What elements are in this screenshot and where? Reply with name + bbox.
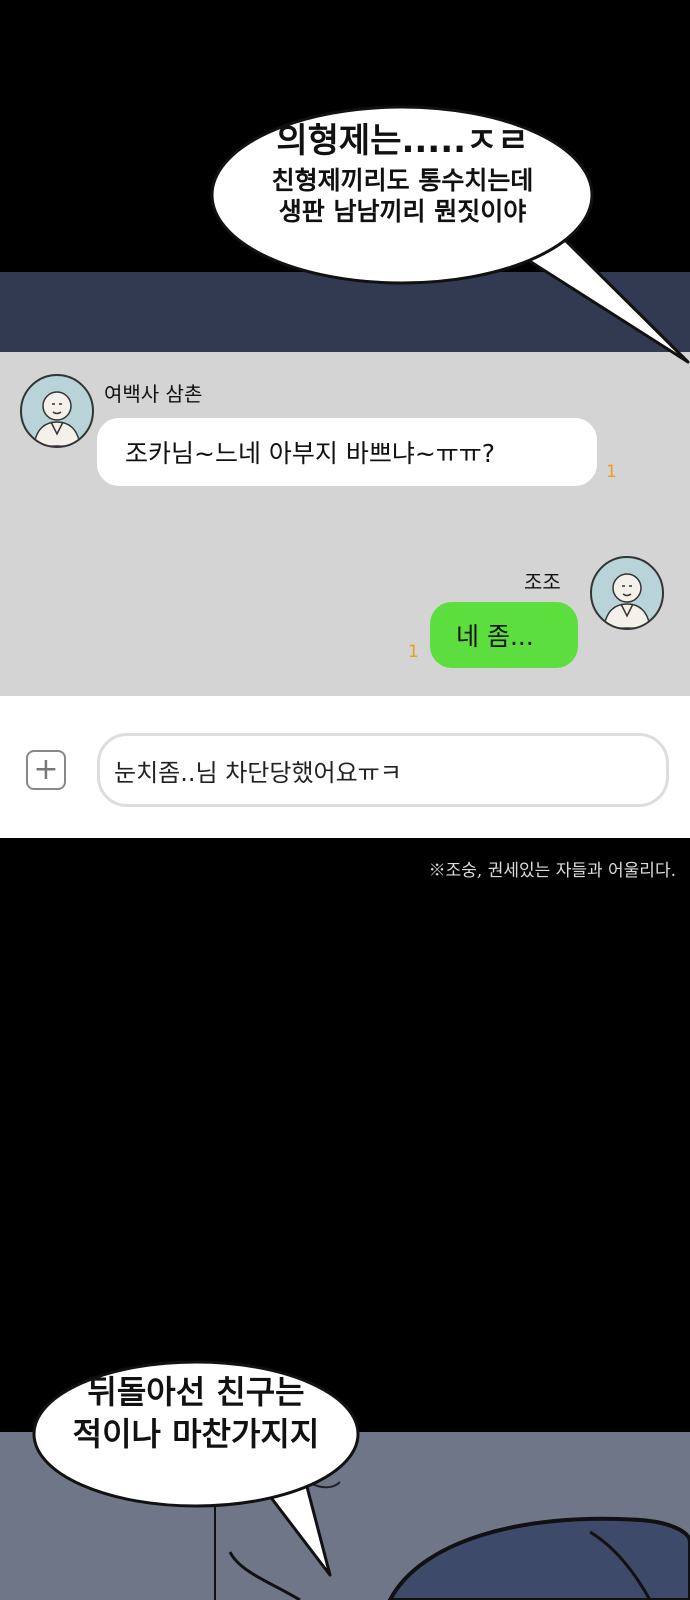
speech-line: 생판 남남끼리 뭔짓이야 bbox=[278, 196, 527, 226]
speech-line: 친형제끼리도 통수치는데 bbox=[271, 165, 534, 195]
message-input-value: 눈치좀..님 차단당했어요ㅠㅋ bbox=[114, 758, 402, 787]
message-bubble-outgoing[interactable]: 네 좀... bbox=[430, 602, 578, 668]
speech-line: 적이나 마찬가지지 bbox=[72, 1414, 320, 1453]
message-text: 네 좀... bbox=[456, 622, 534, 651]
plus-square-icon[interactable]: + bbox=[26, 750, 66, 790]
person-avatar-icon bbox=[33, 391, 81, 446]
person-avatar-icon bbox=[603, 573, 651, 628]
avatar-incoming[interactable] bbox=[20, 374, 94, 448]
sender-name-outgoing: 조조 bbox=[524, 570, 561, 594]
message-bubble-incoming[interactable]: 조카님~느네 아부지 바쁘냐~ㅠㅠ? bbox=[97, 418, 597, 486]
bottom-speech-bubble: 뒤돌아선 친구는 적이나 마찬가지지 bbox=[60, 1372, 332, 1455]
message-text: 조카님~느네 아부지 바쁘냐~ㅠㅠ? bbox=[125, 439, 496, 468]
avatar-outgoing[interactable] bbox=[590, 556, 664, 630]
speech-line: 의형제는.....ㅈㄹ bbox=[276, 121, 529, 161]
read-count-incoming: 1 bbox=[606, 462, 617, 482]
message-input[interactable]: 눈치좀..님 차단당했어요ㅠㅋ bbox=[97, 733, 669, 807]
sender-name-incoming: 여백사 삼촌 bbox=[104, 382, 203, 406]
top-speech-bubble: 의형제는.....ㅈㄹ 친형제끼리도 통수치는데 생판 남남끼리 뭔짓이야 bbox=[230, 120, 575, 227]
speech-line: 뒤돌아선 친구는 bbox=[87, 1373, 305, 1411]
read-count-outgoing: 1 bbox=[408, 642, 419, 662]
footnote: ※조숭, 권세있는 자들과 어울리다. bbox=[428, 861, 676, 881]
